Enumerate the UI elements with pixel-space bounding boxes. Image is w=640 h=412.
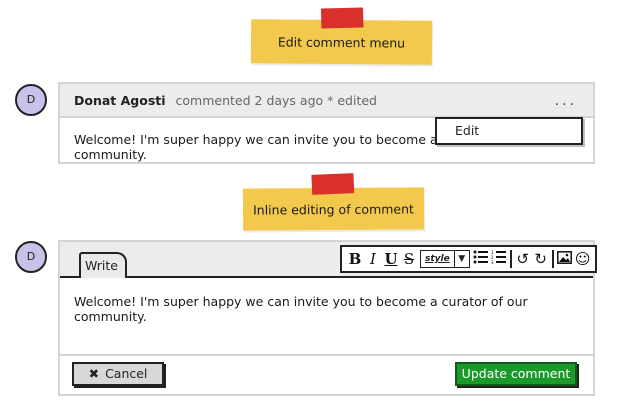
- style-select-label: style: [421, 251, 455, 267]
- bold-button[interactable]: B: [346, 250, 364, 268]
- close-icon: ✖: [88, 366, 100, 381]
- tape: [320, 7, 364, 29]
- style-select[interactable]: style ▼: [420, 250, 470, 268]
- comment-author[interactable]: Donat Agosti: [74, 93, 166, 108]
- comment-editor: Write B I U S style ▼ 123 ↺ ↻ ☺ Welcome!…: [58, 240, 597, 396]
- toolbar-separator: [551, 250, 554, 268]
- redo-icon[interactable]: ↻: [532, 250, 550, 268]
- strikethrough-button[interactable]: S: [400, 250, 418, 268]
- cancel-button[interactable]: ✖ Cancel: [72, 362, 164, 386]
- avatar[interactable]: D: [15, 241, 47, 273]
- update-comment-button[interactable]: Update comment: [455, 362, 577, 386]
- image-icon[interactable]: [556, 250, 574, 268]
- cancel-label: Cancel: [105, 366, 148, 381]
- annotation-note-inline-editing: Inline editing of comment: [242, 173, 425, 231]
- toolbar-separator: [509, 250, 512, 268]
- tape: [311, 173, 355, 195]
- undo-icon[interactable]: ↺: [514, 250, 532, 268]
- annotation-text: Inline editing of comment: [253, 201, 414, 218]
- annotation-note-edit-menu: Edit comment menu: [250, 7, 433, 65]
- underline-button[interactable]: U: [382, 250, 400, 268]
- svg-text:3: 3: [491, 260, 494, 264]
- bulleted-list-icon[interactable]: [472, 250, 490, 268]
- menu-item-edit[interactable]: Edit: [455, 123, 479, 138]
- numbered-list-icon[interactable]: 123: [490, 250, 508, 268]
- comment-menu: Edit: [435, 117, 583, 145]
- more-dots-icon[interactable]: ...: [555, 84, 577, 118]
- editor-toolbar-row: Write B I U S style ▼ 123 ↺ ↻ ☺: [60, 242, 597, 278]
- tab-write[interactable]: Write: [79, 252, 127, 278]
- comment-edit-textarea[interactable]: Welcome! I'm super happy we can invite y…: [60, 278, 593, 356]
- avatar[interactable]: D: [15, 84, 47, 116]
- emoji-icon[interactable]: ☺: [574, 250, 592, 268]
- editor-footer: ✖ Cancel Update comment: [60, 354, 593, 394]
- formatting-toolbar: B I U S style ▼ 123 ↺ ↻ ☺: [340, 245, 597, 273]
- italic-button[interactable]: I: [364, 250, 382, 268]
- chevron-down-icon: ▼: [458, 254, 466, 264]
- annotation-text: Edit comment menu: [277, 34, 406, 51]
- comment-meta: commented 2 days ago * edited: [175, 93, 377, 108]
- comment-header: Donat Agosti commented 2 days ago * edit…: [60, 84, 593, 118]
